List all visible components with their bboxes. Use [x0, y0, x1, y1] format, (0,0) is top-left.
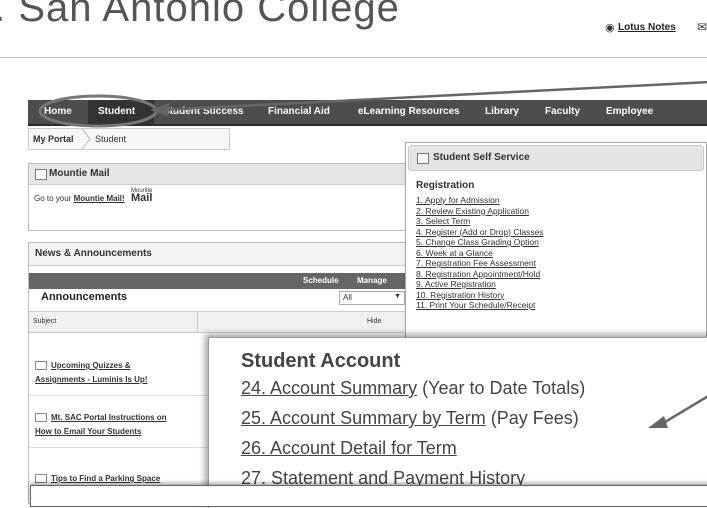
nav-financial-aid[interactable]: Financial Aid — [268, 106, 330, 117]
student-account-zoom: Student Account 24. Account Summary (Yea… — [208, 337, 707, 508]
mail-panel-icon — [35, 169, 47, 180]
reg-link-active-registration[interactable]: 9. Active Registration — [416, 279, 544, 290]
schedule-button[interactable]: Schedule — [303, 276, 339, 285]
student-self-service-panel: Student Self Service Registration 1. App… — [405, 142, 707, 354]
account-detail-link[interactable]: 26. Account Detail for Term — [241, 438, 457, 458]
reg-link-review-application[interactable]: 2. Review Existing Application — [416, 206, 544, 217]
account-item-26: 26. Account Detail for Term — [241, 438, 457, 459]
mountie-mail-logo-big: Mail — [131, 192, 153, 204]
envelope-icon[interactable]: ✉ — [697, 20, 707, 34]
envelope-icon — [35, 413, 47, 423]
bottom-callout-box — [30, 485, 707, 507]
reg-link-registration-history[interactable]: 10. Registration History — [416, 290, 544, 301]
news-title: News & Announcements — [35, 248, 152, 259]
account-summary-link[interactable]: 24. Account Summary — [241, 378, 417, 398]
account-item-25: 25. Account Summary by Term (Pay Fees) — [241, 408, 579, 429]
breadcrumb-separator-icon — [81, 129, 91, 149]
mountie-mail-title: Mountie Mail — [49, 168, 110, 179]
header-divider — [0, 57, 707, 58]
main-nav: Home Student Student Success Financial A… — [28, 100, 707, 126]
nav-elearning-resources[interactable]: eLearning Resources — [358, 106, 460, 117]
panel-icon — [417, 153, 429, 164]
announcement-item-1[interactable]: Upcoming Quizzes & Assignments - Luminis… — [35, 359, 147, 387]
announcement-item-3[interactable]: Tips to Find a Parking Space — [35, 472, 160, 486]
nav-employee[interactable]: Employee — [606, 106, 653, 117]
nav-student-success[interactable]: Student Success — [163, 106, 244, 117]
lotus-notes-link[interactable]: Lotus Notes — [618, 22, 676, 33]
reg-link-grading-option[interactable]: 5. Change Class Grading Option — [416, 237, 544, 248]
col-subject: Subject — [33, 318, 57, 325]
reg-link-register-classes[interactable]: 4. Register (Add or Drop) Classes — [416, 227, 544, 238]
announcements-column-header: Subject Hide — [29, 311, 409, 333]
reg-link-appointment-hold[interactable]: 8. Registration Appointment/Hold — [416, 269, 544, 280]
registration-heading: Registration — [416, 180, 475, 191]
self-service-header: Student Self Service — [408, 145, 704, 171]
nav-faculty[interactable]: Faculty — [545, 106, 580, 117]
announcements-label: Announcements — [41, 291, 128, 303]
breadcrumb-student: Student — [95, 134, 127, 144]
mountie-mail-prefix: Go to your — [34, 194, 74, 203]
account-item-24: 24. Account Summary (Year to Date Totals… — [241, 378, 585, 399]
announcements-bar: Schedule Manage — [29, 273, 409, 289]
self-service-title: Student Self Service — [433, 152, 530, 163]
chevron-down-icon: ▼ — [394, 293, 401, 300]
college-title: t. San Antonio College — [0, 0, 400, 30]
reg-link-select-term[interactable]: 3. Select Term — [416, 216, 544, 227]
mountie-mail-text: Go to your Mountie Mail! — [34, 194, 125, 203]
manage-button[interactable]: Manage — [357, 276, 387, 285]
announcement-link[interactable]: Upcoming Quizzes & — [51, 361, 131, 370]
mountie-mail-panel: Mountie Mail Go to your Mountie Mail! Mo… — [28, 163, 410, 231]
mountie-mail-logo: Mountie Mail — [131, 188, 152, 204]
account-summary-by-term-link[interactable]: 25. Account Summary by Term — [241, 408, 486, 428]
nav-library[interactable]: Library — [485, 106, 519, 117]
announcement-link[interactable]: Mt. SAC Portal Instructions on — [51, 413, 167, 422]
reg-link-print-schedule[interactable]: 11. Print Your Schedule/Receipt — [416, 300, 544, 311]
announcement-link[interactable]: Tips to Find a Parking Space — [51, 474, 160, 483]
reg-link-apply-admission[interactable]: 1. Apply for Admission — [416, 195, 544, 206]
news-header: News & Announcements — [29, 243, 409, 266]
student-account-heading: Student Account — [241, 350, 401, 372]
account-summary-note: (Year to Date Totals) — [417, 378, 586, 398]
col-hide: Hide — [367, 318, 382, 325]
envelope-icon — [35, 474, 47, 484]
filter-value: All — [343, 293, 352, 302]
nav-home[interactable]: Home — [44, 106, 72, 117]
reg-link-week-at-glance[interactable]: 6. Week at a Glance — [416, 248, 544, 259]
col-divider — [197, 312, 198, 332]
reg-link-fee-assessment[interactable]: 7. Registration Fee Assessment — [416, 258, 544, 269]
pay-fees-note: (Pay Fees) — [485, 408, 579, 428]
mountie-mail-header: Mountie Mail — [29, 164, 409, 185]
top-header: t. San Antonio College ◉ Lotus Notes ✉ — [0, 0, 707, 58]
globe-icon: ◉ — [605, 22, 615, 34]
envelope-icon — [35, 361, 47, 371]
breadcrumb: My Portal Student — [28, 128, 230, 150]
breadcrumb-my-portal[interactable]: My Portal — [33, 134, 74, 144]
announcement-link-cont[interactable]: How to Email Your Students — [35, 427, 141, 436]
registration-list: 1. Apply for Admission 2. Review Existin… — [416, 195, 544, 311]
announcement-item-2[interactable]: Mt. SAC Portal Instructions on How to Em… — [35, 411, 167, 439]
nav-student[interactable]: Student — [98, 106, 135, 117]
announcements-filter[interactable]: All ▼ — [339, 291, 405, 305]
mountie-mail-link[interactable]: Mountie Mail! — [74, 194, 125, 203]
announcement-link-cont[interactable]: Assignments - Luminis Is Up! — [35, 375, 147, 384]
